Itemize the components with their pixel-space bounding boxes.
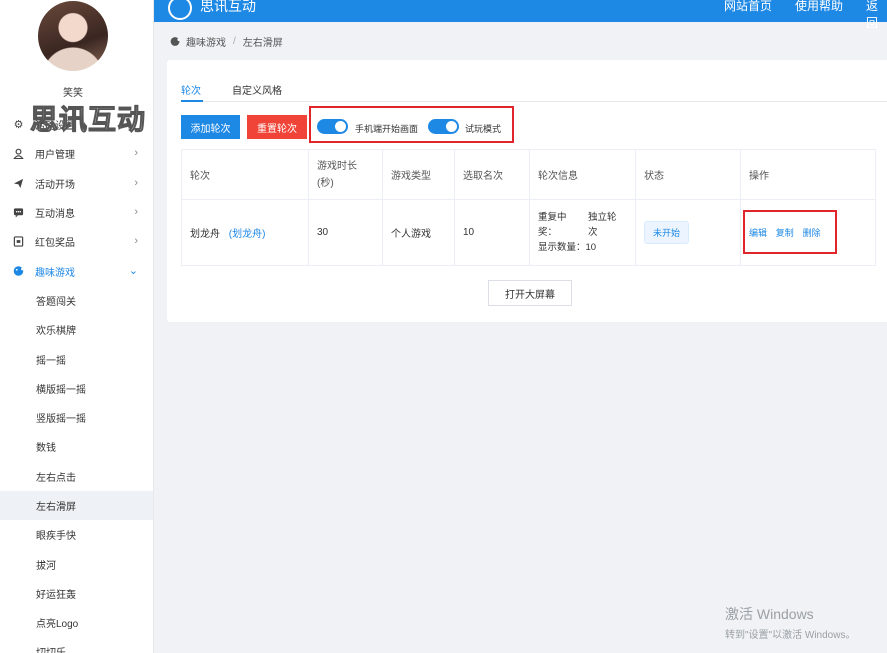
brand-title: 思讯互动 bbox=[200, 0, 256, 14]
username: 笑笑 bbox=[63, 88, 83, 99]
game-icon bbox=[12, 265, 25, 278]
cell-type: 个人游戏 bbox=[382, 199, 455, 266]
tab-active-indicator bbox=[181, 100, 203, 102]
sidebar-subitem[interactable]: 点亮Logo bbox=[0, 608, 153, 637]
col-header-status: 状态 bbox=[635, 149, 741, 200]
sidebar-menu: ⚙ 活动设置 用户管理 › 活动开场 › 互动消息 › 红包奖品 › 趣味游戏 … bbox=[0, 110, 153, 653]
brand-watermark: 思讯互动 bbox=[29, 104, 147, 136]
content-card: 轮次 自定义风格 添加轮次 重置轮次 手机端开始画面 试玩模式 轮次 游戏时长(… bbox=[167, 60, 887, 322]
round-name-link[interactable]: (划龙舟) bbox=[229, 229, 266, 240]
chevron-right-icon: › bbox=[134, 147, 138, 160]
sidebar-subitem[interactable]: 眼疾手快 bbox=[0, 520, 153, 549]
info-line-1b: 独立轮 bbox=[588, 212, 617, 223]
col-header-info: 轮次信息 bbox=[529, 149, 636, 200]
send-icon bbox=[12, 177, 25, 190]
nav-help-link[interactable]: 使用帮助 bbox=[795, 0, 843, 14]
mobile-start-screen-toggle[interactable] bbox=[317, 119, 348, 134]
chevron-right-icon: › bbox=[134, 205, 138, 218]
cell-duration: 30 bbox=[308, 199, 383, 266]
add-round-button[interactable]: 添加轮次 bbox=[181, 115, 240, 139]
windows-activation-title: 激活 Windows bbox=[725, 606, 814, 622]
cell-round-info: 重复中 独立轮 奖： 次 显示数量：10 bbox=[529, 199, 636, 266]
chevron-down-icon: ⌄ bbox=[128, 265, 138, 278]
sidebar-subitem[interactable]: 答题闯关 bbox=[0, 286, 153, 315]
sidebar-subitem[interactable]: 切切乐 bbox=[0, 637, 153, 653]
sidebar-item-activity-opening[interactable]: 活动开场 › bbox=[0, 169, 153, 198]
open-big-screen-button[interactable]: 打开大屏幕 bbox=[488, 280, 572, 306]
sidebar-item-label: 红包奖品 bbox=[35, 238, 75, 250]
sidebar-item-red-packet-prizes[interactable]: 红包奖品 › bbox=[0, 227, 153, 256]
sidebar-subitem[interactable]: 欢乐棋牌 bbox=[0, 315, 153, 344]
chevron-right-icon: › bbox=[134, 176, 138, 189]
windows-activation-watermark: 激活 Windows 转到"设置"以激活 Windows。 bbox=[725, 604, 855, 641]
table-header-row: 轮次 游戏时长(秒) 游戏类型 选取名次 轮次信息 状态 操作 bbox=[181, 149, 876, 200]
breadcrumb: 趣味游戏 / 左右滑屏 bbox=[170, 34, 283, 49]
sidebar-subitem[interactable]: 摇一摇 bbox=[0, 344, 153, 373]
mobile-start-screen-label: 手机端开始画面 bbox=[355, 124, 419, 134]
reset-round-button[interactable]: 重置轮次 bbox=[247, 115, 307, 139]
windows-activation-hint: 转到"设置"以激活 Windows。 bbox=[725, 630, 856, 641]
sidebar-item-label: 活动开场 bbox=[35, 179, 75, 191]
sidebar-subitem[interactable]: 数钱 bbox=[0, 432, 153, 461]
operations-highlight-box bbox=[743, 210, 837, 254]
breadcrumb-separator: / bbox=[233, 36, 236, 47]
sidebar-subitem[interactable]: 左右点击 bbox=[0, 462, 153, 491]
col-header-round: 轮次 bbox=[181, 149, 309, 200]
sidebar-item-fun-games[interactable]: 趣味游戏 ⌄ bbox=[0, 256, 153, 285]
round-name: 划龙舟 bbox=[190, 229, 220, 240]
top-bar: 思讯互动 网站首页 使用帮助 返回 bbox=[154, 0, 887, 30]
nav-home-link[interactable]: 网站首页 bbox=[724, 0, 772, 14]
info-line-3: 显示数量：10 bbox=[538, 242, 597, 253]
col-header-duration-text: 游戏时长(秒) bbox=[317, 160, 357, 189]
chevron-right-icon: › bbox=[134, 235, 138, 248]
user-icon bbox=[12, 147, 25, 160]
chat-icon bbox=[12, 206, 25, 219]
breadcrumb-current: 左右滑屏 bbox=[242, 38, 283, 49]
trial-mode-toggle[interactable] bbox=[428, 119, 459, 134]
cell-status: 未开始 bbox=[635, 199, 741, 266]
gift-icon bbox=[12, 235, 25, 248]
nav-back-link[interactable]: 返回 bbox=[866, 0, 887, 31]
col-header-type: 游戏类型 bbox=[382, 149, 455, 200]
info-line-2a: 奖： bbox=[538, 227, 558, 238]
info-line: 重复中 独立轮 bbox=[538, 210, 627, 225]
game-icon bbox=[170, 36, 181, 47]
col-header-operations: 操作 bbox=[740, 149, 876, 200]
tab-bar: 轮次 自定义风格 bbox=[181, 60, 887, 102]
sidebar-subitem[interactable]: 好运狂轰 bbox=[0, 579, 153, 608]
col-header-duration: 游戏时长(秒) bbox=[308, 149, 383, 200]
sidebar-item-user-management[interactable]: 用户管理 › bbox=[0, 139, 153, 168]
status-badge: 未开始 bbox=[644, 221, 690, 244]
sidebar-item-label: 趣味游戏 bbox=[35, 267, 75, 279]
avatar[interactable] bbox=[38, 1, 108, 71]
tab-custom-style[interactable]: 自定义风格 bbox=[232, 82, 282, 97]
logo-icon bbox=[168, 0, 192, 20]
tab-rounds[interactable]: 轮次 bbox=[181, 82, 201, 97]
cell-rank: 10 bbox=[454, 199, 530, 266]
sidebar-item-interactive-messages[interactable]: 互动消息 › bbox=[0, 198, 153, 227]
sidebar-item-label: 用户管理 bbox=[35, 150, 75, 162]
sidebar-subitem[interactable]: 拔河 bbox=[0, 549, 153, 578]
info-line-2b: 次 bbox=[588, 227, 598, 238]
info-line-1a: 重复中 bbox=[538, 212, 567, 223]
cell-round-name: 划龙舟 (划龙舟) bbox=[181, 199, 309, 266]
breadcrumb-parent[interactable]: 趣味游戏 bbox=[186, 34, 226, 49]
info-line: 奖： 次 bbox=[538, 225, 627, 240]
trial-mode-label: 试玩模式 bbox=[465, 124, 502, 134]
sidebar-subitem[interactable]: 竖版摇一摇 bbox=[0, 403, 153, 432]
sidebar-subitem-current[interactable]: 左右滑屏 bbox=[0, 490, 153, 521]
sidebar: 笑笑 ⚙ 活动设置 用户管理 › 活动开场 › 互动消息 › 红包奖品 › 趣味… bbox=[0, 0, 154, 653]
sidebar-subitem[interactable]: 横版摇一摇 bbox=[0, 374, 153, 403]
col-header-rank: 选取名次 bbox=[454, 149, 530, 200]
gear-icon: ⚙ bbox=[13, 119, 24, 132]
sidebar-item-label: 互动消息 bbox=[35, 209, 75, 221]
